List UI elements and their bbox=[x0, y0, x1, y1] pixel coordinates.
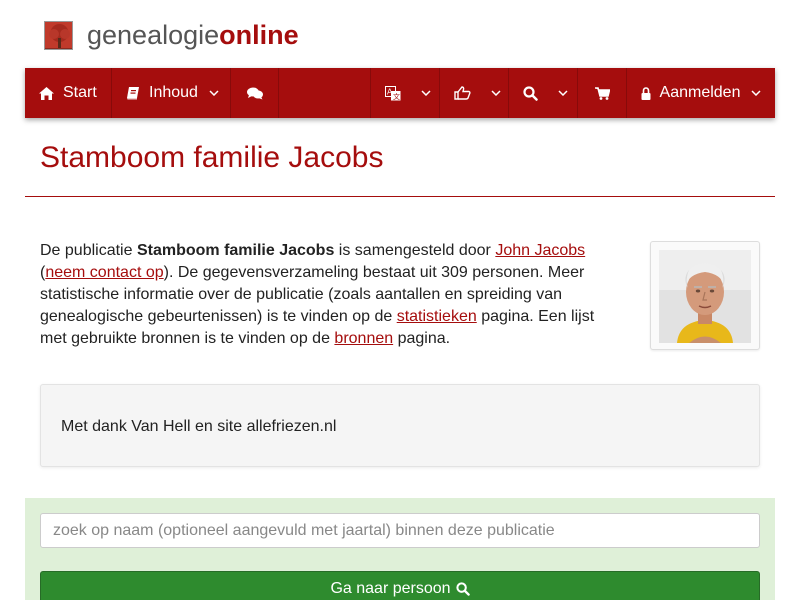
brand-part2: online bbox=[219, 20, 299, 50]
chevron-down-icon bbox=[558, 90, 568, 96]
brand-part1: genealogie bbox=[87, 20, 220, 50]
nav-search[interactable] bbox=[509, 68, 578, 118]
publication-intro: De publicatie Stamboom familie Jacobs is… bbox=[40, 240, 612, 350]
lock-icon bbox=[641, 86, 651, 100]
intro-text-2: is samengesteld door bbox=[334, 242, 496, 259]
translate-icon: A文 bbox=[385, 85, 401, 101]
nav-inhoud-label: Inhoud bbox=[149, 84, 198, 101]
page-title: Stamboom familie Jacobs bbox=[40, 141, 384, 174]
book-icon bbox=[126, 86, 140, 100]
nav-start[interactable]: Start bbox=[25, 68, 112, 118]
statistics-link[interactable]: statistieken bbox=[397, 308, 477, 325]
chevron-down-icon bbox=[209, 90, 219, 96]
author-photo-frame[interactable] bbox=[650, 241, 760, 350]
nav-social[interactable] bbox=[440, 68, 509, 118]
site-header: genealogieonline bbox=[44, 18, 299, 52]
go-to-person-label: Ga naar persoon bbox=[330, 580, 451, 597]
author-photo bbox=[659, 250, 751, 343]
intro-text-6: pagina. bbox=[393, 330, 451, 347]
tree-logo-icon[interactable] bbox=[44, 20, 73, 50]
nav-forum[interactable] bbox=[231, 68, 279, 118]
nav-aanmelden-label: Aanmelden bbox=[659, 84, 741, 101]
go-to-person-button[interactable]: Ga naar persoon bbox=[40, 571, 760, 600]
thumbs-up-icon bbox=[454, 86, 471, 100]
nav-language[interactable]: A文 bbox=[371, 68, 440, 118]
nav-aanmelden[interactable]: Aanmelden bbox=[627, 68, 775, 118]
author-link[interactable]: John Jacobs bbox=[495, 242, 585, 259]
nav-inhoud[interactable]: Inhoud bbox=[112, 68, 231, 118]
chevron-down-icon bbox=[751, 90, 762, 96]
acknowledgement-text: Met dank Van Hell en site allefriezen.nl bbox=[61, 418, 337, 435]
main-navbar: Start Inhoud A文 Aanmelden bbox=[25, 68, 775, 118]
acknowledgement-well: Met dank Van Hell en site allefriezen.nl bbox=[40, 384, 760, 467]
person-search-input[interactable] bbox=[40, 513, 760, 548]
site-brand[interactable]: genealogieonline bbox=[87, 20, 299, 50]
intro-text-1: De publicatie bbox=[40, 242, 137, 259]
nav-spacer bbox=[279, 68, 371, 118]
nav-shop[interactable] bbox=[578, 68, 627, 118]
publication-name: Stamboom familie Jacobs bbox=[136, 242, 335, 259]
home-icon bbox=[39, 86, 54, 100]
search-icon bbox=[455, 582, 470, 596]
sources-link[interactable]: bronnen bbox=[334, 330, 393, 347]
chevron-down-icon bbox=[491, 90, 501, 96]
svg-text:文: 文 bbox=[393, 92, 400, 101]
comments-icon bbox=[246, 87, 263, 100]
title-divider bbox=[25, 196, 775, 197]
nav-start-label: Start bbox=[63, 84, 97, 101]
person-search-panel: Ga naar persoon bbox=[25, 498, 775, 600]
search-icon bbox=[523, 85, 538, 101]
cart-icon bbox=[594, 86, 610, 100]
contact-link[interactable]: neem contact op bbox=[45, 264, 163, 281]
chevron-down-icon bbox=[421, 90, 431, 96]
